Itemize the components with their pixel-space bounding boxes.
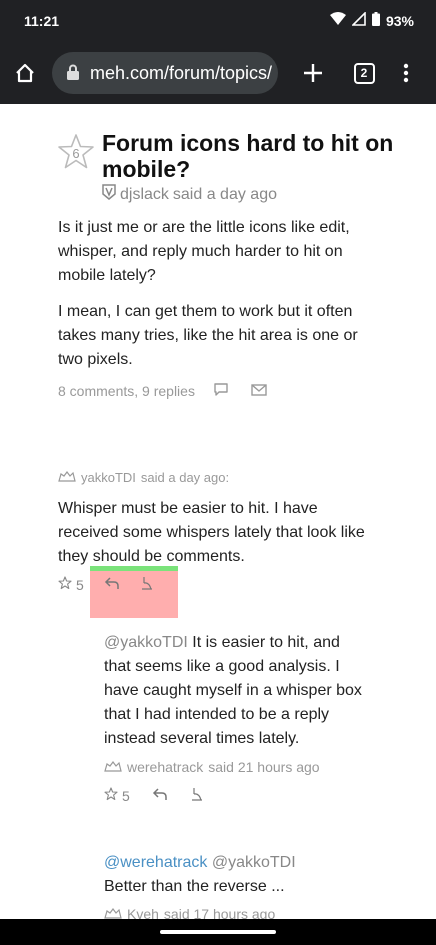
url-bar[interactable]: meh.com/forum/topics/ — [52, 52, 278, 94]
star-icon[interactable] — [104, 787, 118, 804]
reply-header: werehatrack said 21 hours ago — [104, 759, 320, 775]
comment-said: said a day ago: — [140, 470, 230, 485]
mention-link[interactable]: @yakkoTDI — [104, 634, 188, 651]
topic-star-count: 6 — [72, 146, 80, 161]
gesture-handle[interactable] — [160, 930, 276, 934]
url-text: meh.com/forum/topics/ — [90, 63, 273, 83]
home-icon[interactable] — [10, 58, 40, 88]
reply-body: Better than the reverse ... — [104, 878, 285, 895]
reply-actions: 5 — [104, 787, 204, 804]
comment-actions: 5 — [58, 576, 154, 593]
battery-percent: 93% — [385, 12, 414, 29]
comments-count-link[interactable]: 8 comments, 9 replies — [58, 383, 195, 399]
user-avatar-icon — [104, 759, 122, 775]
reply-icon[interactable] — [152, 787, 168, 804]
mention-link[interactable]: @yakkoTDI — [207, 854, 296, 871]
battery-icon — [371, 12, 380, 29]
hover-indicator — [90, 566, 178, 571]
reply-author-link[interactable]: werehatrack — [127, 759, 203, 775]
reply-body: @yakkoTDI It is easier to hit, and that … — [104, 631, 364, 751]
signal-icon — [351, 11, 366, 29]
status-bar: 11:21 93% — [0, 0, 436, 42]
system-nav-bar — [0, 919, 436, 945]
reply-author-link[interactable]: Kveh — [127, 906, 159, 919]
wifi-icon — [329, 12, 346, 29]
topic-meta: 8 comments, 9 replies — [58, 382, 267, 399]
tab-count: 2 — [353, 62, 375, 84]
comment-body: Whisper must be easier to hit. I have re… — [58, 500, 365, 565]
star-count: 5 — [122, 787, 130, 804]
reply-said: said 17 hours ago — [163, 906, 276, 919]
mail-icon[interactable] — [251, 383, 267, 399]
topic-said: said a day ago — [172, 185, 277, 203]
whisper-icon[interactable] — [190, 787, 204, 804]
new-tab-icon[interactable] — [298, 58, 328, 88]
status-time: 11:21 — [24, 13, 60, 29]
topic-byline: djslack said a day ago — [102, 184, 277, 205]
page-content: 6 Forum icons hard to hit on mobile? djs… — [0, 104, 436, 919]
reply-mentions: @werehatrack @yakkoTDI — [104, 851, 364, 875]
topic-star-button[interactable]: 6 — [56, 132, 96, 172]
tab-switcher-button[interactable]: 2 — [349, 58, 379, 88]
user-badge-icon — [102, 184, 116, 205]
user-avatar-icon — [104, 906, 122, 919]
topic-title: Forum icons hard to hit on mobile? — [102, 130, 394, 182]
comment-header: yakkoTDI said a day ago: — [58, 470, 229, 485]
reply-icon[interactable] — [104, 576, 120, 593]
topic-paragraph: I mean, I can get them to work but it of… — [58, 303, 358, 368]
star-count: 5 — [76, 576, 84, 593]
topic-paragraph: Is it just me or are the little icons li… — [58, 219, 350, 284]
reply-header: Kveh said 17 hours ago — [104, 906, 275, 919]
browser-toolbar: meh.com/forum/topics/ 2 — [0, 42, 436, 104]
mention-link[interactable]: @werehatrack — [104, 854, 207, 871]
reply-said: said 21 hours ago — [208, 759, 320, 775]
comment-icon[interactable] — [213, 382, 229, 399]
star-icon[interactable] — [58, 576, 72, 593]
topic-author-link[interactable]: djslack — [120, 186, 169, 204]
lock-icon — [66, 64, 80, 86]
more-menu-icon[interactable] — [391, 58, 421, 88]
user-avatar-icon — [58, 470, 76, 485]
comment-author-link[interactable]: yakkoTDI — [81, 470, 136, 485]
whisper-icon[interactable] — [140, 576, 154, 593]
